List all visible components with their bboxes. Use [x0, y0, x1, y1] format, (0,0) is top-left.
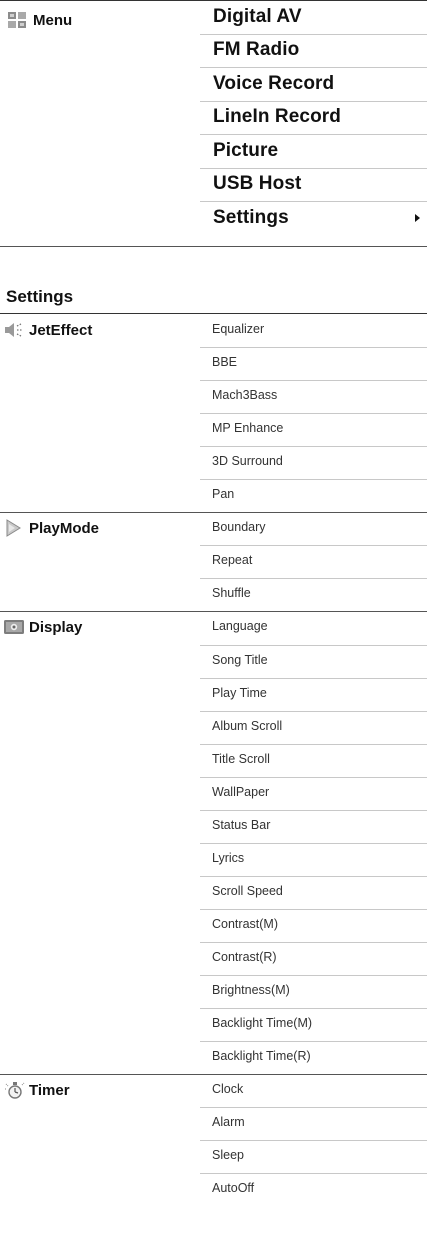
menu-item-digital-av[interactable]: Digital AV [200, 0, 427, 33]
setting-item-label: Mach3Bass [212, 388, 278, 403]
setting-item-3d-surround[interactable]: 3D Surround [200, 446, 427, 479]
setting-item-label: 3D Surround [212, 454, 283, 469]
setting-item-brightness-m[interactable]: Brightness(M) [200, 975, 427, 1008]
setting-item-label: Brightness(M) [212, 983, 290, 997]
category-display: Display [3, 616, 82, 638]
setting-item-label: Shuffle [212, 586, 251, 601]
setting-item-boundary[interactable]: Boundary [200, 512, 427, 545]
setting-item-label: BBE [212, 355, 238, 370]
menu-item-label: Picture [213, 139, 279, 161]
setting-item-label: Pan [212, 487, 235, 502]
menu-header: Menu [7, 9, 72, 31]
setting-item-label: Alarm [212, 1115, 245, 1130]
menu-item-settings[interactable]: Settings [200, 201, 427, 234]
category-label: JetEffect [29, 321, 93, 339]
menu-item-label: FM Radio [213, 39, 300, 60]
setting-item-song-title[interactable]: Song Title [200, 645, 427, 678]
setting-item-label: Status Bar [212, 817, 271, 832]
menu-item-fm-radio[interactable]: FM Radio [200, 34, 427, 67]
setting-item-backlight-time-r[interactable]: Backlight Time(R) [200, 1041, 427, 1074]
setting-item-label: Contrast(M) [212, 916, 278, 931]
setting-item-label: Clock [212, 1082, 244, 1097]
menu-item-label: Settings [213, 206, 289, 228]
setting-item-contrast-r[interactable]: Contrast(R) [200, 942, 427, 975]
menu-item-label: LineIn Record [213, 106, 341, 127]
menu-item-label: Digital AV [213, 5, 302, 27]
menu-item-picture[interactable]: Picture [200, 134, 427, 167]
setting-item-shuffle[interactable]: Shuffle [200, 578, 427, 611]
setting-item-label: Boundary [212, 520, 266, 535]
timer-icon [3, 1080, 25, 1100]
setting-item-label: Backlight Time(M) [212, 1016, 313, 1031]
setting-item-mp-enhance[interactable]: MP Enhance [200, 413, 427, 446]
play-icon [3, 518, 25, 538]
setting-item-label: Album Scroll [212, 718, 283, 733]
setting-item-label: Repeat [212, 553, 253, 568]
display-icon [3, 617, 25, 637]
submenu-arrow-icon [415, 214, 420, 222]
setting-item-wallpaper[interactable]: WallPaper [200, 777, 427, 810]
menu-grid-icon [7, 10, 29, 30]
setting-item-label: MP Enhance [212, 421, 284, 436]
setting-item-contrast-m[interactable]: Contrast(M) [200, 909, 427, 942]
category-timer: Timer [3, 1079, 70, 1101]
setting-item-alarm[interactable]: Alarm [200, 1107, 427, 1140]
setting-item-label: AutoOff [212, 1181, 255, 1196]
menu-item-usb-host[interactable]: USB Host [200, 168, 427, 201]
setting-item-label: Song Title [212, 652, 268, 667]
setting-item-mach3bass[interactable]: Mach3Bass [200, 380, 427, 413]
category-jeteffect: JetEffect [3, 319, 92, 341]
setting-item-status-bar[interactable]: Status Bar [200, 810, 427, 843]
setting-item-equalizer[interactable]: Equalizer [200, 314, 427, 347]
category-label: Display [29, 618, 83, 636]
setting-item-label: Backlight Time(R) [212, 1049, 311, 1064]
setting-item-label: Sleep [212, 1148, 244, 1163]
menu-bottom-rule [0, 246, 427, 247]
setting-item-scroll-speed[interactable]: Scroll Speed [200, 876, 427, 909]
setting-item-label: Play Time [212, 685, 267, 700]
settings-title: Settings [6, 287, 74, 306]
setting-item-album-scroll[interactable]: Album Scroll [200, 711, 427, 744]
setting-item-label: Language [212, 619, 268, 634]
setting-item-backlight-time-m[interactable]: Backlight Time(M) [200, 1008, 427, 1041]
category-label: PlayMode [29, 519, 100, 537]
setting-item-sleep[interactable]: Sleep [200, 1140, 427, 1173]
setting-item-label: Title Scroll [212, 751, 270, 766]
setting-item-bbe[interactable]: BBE [200, 347, 427, 380]
setting-item-title-scroll[interactable]: Title Scroll [200, 744, 427, 777]
speaker-icon [3, 320, 25, 340]
setting-item-label: WallPaper [212, 784, 270, 799]
setting-item-repeat[interactable]: Repeat [200, 545, 427, 578]
setting-item-autooff[interactable]: AutoOff [200, 1173, 427, 1206]
category-playmode: PlayMode [3, 517, 99, 539]
menu-item-label: USB Host [213, 173, 302, 194]
setting-item-pan[interactable]: Pan [200, 479, 427, 512]
menu-item-label: Voice Record [213, 72, 335, 94]
setting-item-label: Equalizer [212, 322, 265, 336]
setting-item-clock[interactable]: Clock [200, 1074, 427, 1107]
menu-item-linein-record[interactable]: LineIn Record [200, 101, 427, 134]
setting-item-label: Scroll Speed [212, 883, 283, 898]
menu-label: Menu [33, 11, 73, 29]
setting-item-label: Contrast(R) [212, 949, 277, 964]
category-label: Timer [29, 1081, 70, 1099]
setting-item-lyrics[interactable]: Lyrics [200, 843, 427, 876]
setting-item-language[interactable]: Language [200, 611, 427, 644]
setting-item-play-time[interactable]: Play Time [200, 678, 427, 711]
menu-item-voice-record[interactable]: Voice Record [200, 67, 427, 100]
setting-item-label: Lyrics [212, 850, 245, 865]
